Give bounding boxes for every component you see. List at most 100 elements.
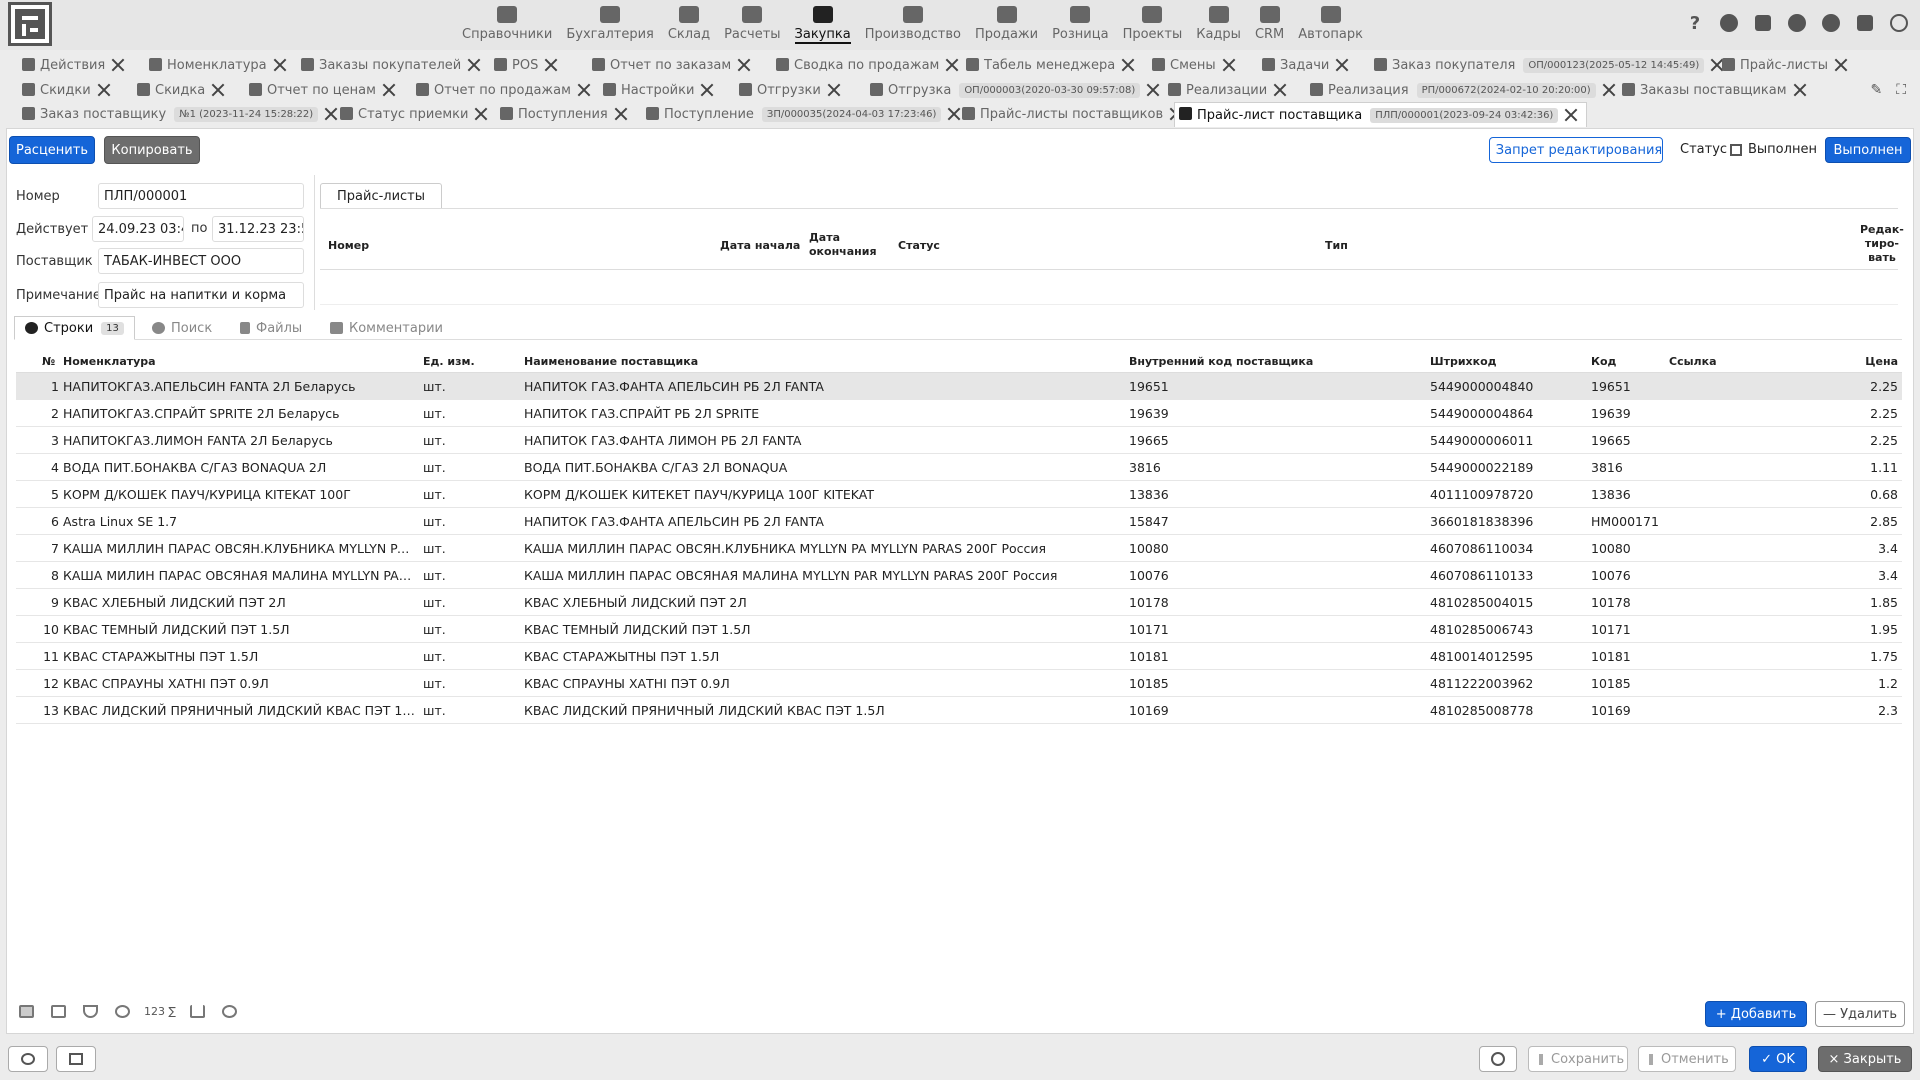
app-logo[interactable] — [8, 2, 52, 46]
save-button[interactable]: Сохранить — [1528, 1046, 1628, 1072]
tab-row2-5[interactable]: Отгрузки — [735, 79, 841, 101]
col-link[interactable]: Ссылка — [1669, 355, 1717, 368]
number-field[interactable]: ПЛП/000001 — [98, 183, 304, 209]
nav-item-6[interactable]: Продажи — [968, 2, 1045, 48]
close-icon[interactable] — [737, 58, 751, 72]
tab-row3-5[interactable]: Прайс-лист поставщика ПЛП/000001(2023-09-… — [1174, 102, 1588, 127]
close-icon[interactable] — [474, 107, 488, 121]
close-icon[interactable] — [1222, 58, 1236, 72]
close-icon[interactable] — [111, 58, 125, 72]
tab-comments[interactable]: Комментарии — [330, 316, 443, 340]
table-row[interactable]: 3 НАПИТОКГАЗ.ЛИМОН FANTA 2Л Беларусь шт. НА… — [16, 427, 1902, 454]
table-row[interactable]: 9 КВАС ХЛЕБНЫЙ ЛИДСКИЙ ПЭТ 2Л шт. КВАС ХЛЕБ… — [16, 589, 1902, 616]
col-num[interactable]: № — [42, 355, 55, 368]
close-icon[interactable] — [1146, 83, 1160, 97]
close-icon[interactable] — [1564, 108, 1578, 122]
col-code[interactable]: Код — [1591, 355, 1616, 368]
nav-item-9[interactable]: Кадры — [1189, 2, 1248, 48]
pricelists-col-edit[interactable]: Редак- тиро- вать — [1860, 223, 1904, 265]
tab-row1-8[interactable]: Задачи — [1258, 54, 1349, 76]
close-icon[interactable] — [577, 83, 591, 97]
col-supplier-name[interactable]: Наименование поставщика — [524, 355, 698, 368]
close-icon[interactable] — [467, 58, 481, 72]
fullscreen-icon[interactable]: ⛶ — [1896, 82, 1906, 98]
eye-icon[interactable] — [1786, 12, 1808, 34]
nav-item-3[interactable]: Расчеты — [717, 2, 787, 48]
close-icon[interactable] — [700, 83, 714, 97]
tab-row3-4[interactable]: Прайс-листы поставщиков — [958, 103, 1183, 125]
totals-toggle[interactable]: 123 ∑ — [144, 1005, 176, 1018]
table-row[interactable]: 4 ВОДА ПИТ.БОНАКВА С/ГАЗ BONAQUA 2Л шт. ВОД… — [16, 454, 1902, 481]
refresh-icon[interactable] — [220, 1002, 240, 1020]
lock-icon[interactable] — [1854, 12, 1876, 34]
chat-icon[interactable] — [1820, 12, 1842, 34]
close-icon[interactable] — [1335, 58, 1349, 72]
settings-gear-icon[interactable] — [112, 1002, 132, 1020]
valid-to-field[interactable]: 31.12.23 23:59 — [212, 216, 304, 242]
close-icon[interactable] — [544, 58, 558, 72]
form-settings-button[interactable] — [56, 1046, 96, 1072]
done-button[interactable]: Выполнен — [1825, 137, 1911, 163]
close-icon[interactable] — [945, 58, 959, 72]
close-icon[interactable] — [211, 83, 225, 97]
tab-search[interactable]: Поиск — [152, 316, 212, 340]
pricelists-col-start[interactable]: Дата начала — [720, 239, 800, 253]
tab-row1-3[interactable]: POS — [490, 54, 558, 76]
nav-item-1[interactable]: Бухгалтерия — [559, 2, 661, 48]
col-price[interactable]: Цена — [1865, 355, 1898, 368]
tab-row1-9[interactable]: Заказ покупателя ОП/000123(2025-05-12 14:… — [1370, 54, 1724, 76]
tab-row2-3[interactable]: Отчет по продажам — [412, 79, 591, 101]
close-icon[interactable] — [97, 83, 111, 97]
tab-row2-0[interactable]: Скидки — [18, 79, 111, 101]
tab-row2-4[interactable]: Настройки — [599, 79, 714, 101]
add-line-button[interactable]: + Добавить — [1705, 1001, 1807, 1027]
copy-button[interactable]: Копировать — [104, 136, 200, 164]
tab-rows[interactable]: Строки 13 — [14, 316, 135, 340]
close-icon[interactable] — [1602, 83, 1616, 97]
note-field[interactable]: Прайс на напитки и корма — [98, 282, 304, 308]
tab-row3-1[interactable]: Статус приемки — [336, 103, 488, 125]
contrast-icon[interactable] — [1718, 12, 1740, 34]
tab-row1-0[interactable]: Действия — [18, 54, 125, 76]
table-row[interactable]: 13 КВАС ЛИДСКИЙ ПРЯНИЧНЫЙ ЛИДСКИЙ КВАС ПЭ… — [16, 697, 1902, 724]
table-view-icon[interactable] — [48, 1002, 68, 1020]
list-view-icon[interactable] — [16, 1002, 36, 1020]
tab-row1-10[interactable]: Прайс-листы — [1718, 54, 1848, 76]
col-internal-code[interactable]: Внутренний код поставщика — [1129, 355, 1313, 368]
nav-item-5[interactable]: Производство — [858, 2, 968, 48]
close-icon[interactable] — [1793, 83, 1807, 97]
tab-row2-6[interactable]: Отгрузка ОП/000003(2020-03-30 09:57:08) — [866, 79, 1160, 101]
tab-row1-2[interactable]: Заказы покупателей — [297, 54, 481, 76]
nav-item-8[interactable]: Проекты — [1116, 2, 1190, 48]
close-icon[interactable] — [614, 107, 628, 121]
edit-lock-button[interactable]: Запрет редактирования — [1489, 137, 1663, 163]
table-row[interactable]: 12 КВАС СПРАУНЫ ХАТНІ ПЭТ 0.9Л шт. КВАС СПР… — [16, 670, 1902, 697]
col-item[interactable]: Номенклатура — [63, 355, 156, 368]
download-icon[interactable] — [188, 1002, 208, 1020]
reprice-button[interactable]: Расценить — [9, 136, 95, 164]
tab-row1-5[interactable]: Сводка по продажам — [772, 54, 959, 76]
delete-line-button[interactable]: — Удалить — [1815, 1001, 1905, 1027]
close-icon[interactable] — [1121, 58, 1135, 72]
nav-item-10[interactable]: CRM — [1248, 2, 1291, 48]
close-icon[interactable] — [827, 83, 841, 97]
tab-row1-1[interactable]: Номенклатура — [145, 54, 287, 76]
pricelists-col-end[interactable]: Дата окончания — [809, 231, 877, 259]
nav-item-4[interactable]: Закупка — [788, 2, 858, 48]
tab-row2-8[interactable]: Реализация РП/000672(2024-02-10 20:20:00) — [1306, 79, 1616, 101]
help-icon[interactable]: ? — [1684, 12, 1706, 34]
pricelists-col-status[interactable]: Статус — [898, 239, 940, 253]
reload-button[interactable] — [1479, 1046, 1517, 1072]
table-row[interactable]: 7 КАША МИЛЛИН ПАРАС ОВСЯН.КЛУБНИКА MYLLYN… — [16, 535, 1902, 562]
tab-row2-1[interactable]: Скидка — [133, 79, 225, 101]
table-row[interactable]: 1 НАПИТОКГАЗ.АПЕЛЬСИН FANTA 2Л Беларусь шт… — [16, 373, 1902, 400]
col-barcode[interactable]: Штрихкод — [1430, 355, 1497, 368]
share-button[interactable] — [8, 1046, 48, 1072]
pricelists-col-number[interactable]: Номер — [328, 239, 369, 253]
cancel-button[interactable]: Отменить — [1638, 1046, 1736, 1072]
tab-row3-2[interactable]: Поступления — [496, 103, 628, 125]
table-row[interactable]: 11 КВАС СТАРАЖЫТНЫ ПЭТ 1.5Л шт. КВАС СТАРАЖ… — [16, 643, 1902, 670]
close-icon[interactable] — [1273, 83, 1287, 97]
tab-row1-7[interactable]: Смены — [1148, 54, 1236, 76]
filter-icon[interactable] — [80, 1002, 100, 1020]
